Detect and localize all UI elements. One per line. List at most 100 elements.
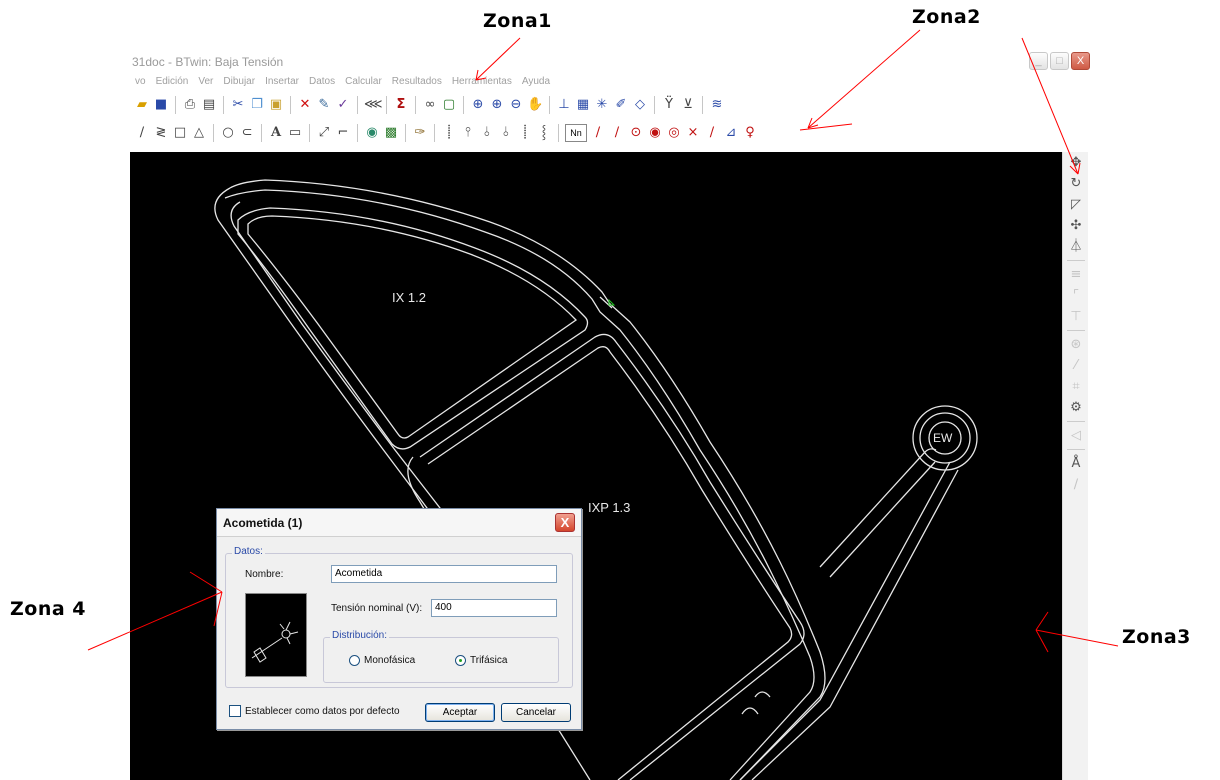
trifasica-radio-circle[interactable] <box>455 655 466 666</box>
fault-icon[interactable]: × <box>685 125 701 141</box>
undo-shape-icon[interactable]: ◁ <box>1063 425 1089 446</box>
move-icon[interactable]: ✥ <box>1063 152 1089 173</box>
zoom-out-icon[interactable]: ⊖ <box>508 97 524 113</box>
comment-icon[interactable]: ▢ <box>441 97 457 113</box>
menu-insertar[interactable]: Insertar <box>260 74 304 92</box>
rectangle-icon[interactable]: □ <box>172 125 188 141</box>
block-label-ixp13: IXP 1.3 <box>588 500 631 515</box>
image-icon[interactable]: ▭ <box>287 125 303 141</box>
cut-icon[interactable]: ✂ <box>230 97 246 113</box>
find-icon[interactable]: ∞ <box>422 97 438 113</box>
array-icon[interactable]: ⌗ <box>1063 376 1089 397</box>
line-icon[interactable]: ∕ <box>134 125 150 141</box>
menu-ver[interactable]: Ver <box>193 74 218 92</box>
dialog-close-button[interactable]: X <box>555 513 575 532</box>
pen-icon[interactable]: ✑ <box>412 125 428 141</box>
toolbar-separator <box>290 96 291 114</box>
menu-edicion[interactable]: Edición <box>151 74 194 92</box>
snap-icon[interactable]: ⊥ <box>556 97 572 113</box>
polyline-icon[interactable]: ≷ <box>153 125 169 141</box>
scale-icon[interactable]: ◸ <box>1063 194 1089 215</box>
toolbar-separator <box>357 96 358 114</box>
menu-datos[interactable]: Datos <box>304 74 340 92</box>
acometida-icon[interactable]: ⊿ <box>723 125 739 141</box>
rotate-icon[interactable]: ↻ <box>1063 173 1089 194</box>
zoom-in-icon[interactable]: ⊕ <box>489 97 505 113</box>
pencil-icon[interactable]: ✐ <box>613 97 629 113</box>
paste-icon[interactable]: ▣ <box>268 97 284 113</box>
group-datos-legend: Datos: <box>232 546 265 557</box>
nombre-input[interactable]: Acometida <box>331 565 557 583</box>
arc-icon[interactable]: ⊂ <box>239 125 255 141</box>
leader-icon[interactable]: ⌐ <box>335 125 351 141</box>
default-checkbox[interactable]: Establecer como datos por defecto <box>229 705 400 717</box>
toolbar-separator <box>1067 260 1085 261</box>
mirror-icon[interactable]: ⏃ <box>1063 236 1089 257</box>
trim-icon[interactable]: ⊤ <box>1063 306 1089 327</box>
tag-icon[interactable]: ◇ <box>632 97 648 113</box>
offset-icon[interactable]: ≡ <box>1063 264 1089 285</box>
properties-icon[interactable]: ✎ <box>316 97 332 113</box>
circle-icon[interactable]: ○ <box>220 125 236 141</box>
name-toggle-button[interactable]: Nn <box>565 124 587 142</box>
layers-icon[interactable]: ≋ <box>709 97 725 113</box>
node-1-icon[interactable]: ⸽ <box>441 125 457 141</box>
save-icon[interactable]: ■ <box>153 97 169 113</box>
explode-icon[interactable]: ⊛ <box>1063 334 1089 355</box>
cable-icon[interactable]: ∕ <box>590 125 606 141</box>
network-icon[interactable]: ⋘ <box>364 97 383 113</box>
print-preview-icon[interactable]: ▤ <box>201 97 217 113</box>
node-3-icon[interactable]: ⫰ <box>479 125 495 141</box>
dimension-icon[interactable]: ⤢ <box>316 125 332 141</box>
grid-icon[interactable]: ▦ <box>575 97 591 113</box>
symbol-icon[interactable]: ◉ <box>364 125 380 141</box>
sum-icon[interactable]: Σ <box>393 97 409 113</box>
node-6-icon[interactable]: ⸾ <box>536 125 552 141</box>
check-icon[interactable]: ✓ <box>335 97 351 113</box>
load-icon[interactable]: ♀ <box>742 125 758 141</box>
edit-line-icon[interactable]: ∕ <box>1063 474 1089 495</box>
gear-icon[interactable]: ⚙ <box>1063 397 1089 418</box>
default-checkbox-box[interactable] <box>229 705 241 717</box>
close-button[interactable]: X <box>1071 52 1090 70</box>
text-icon[interactable]: A <box>268 125 284 141</box>
open-icon[interactable]: ▰ <box>134 97 150 113</box>
monofasica-radio[interactable]: Monofásica <box>349 655 415 666</box>
link-icon[interactable]: ∕ <box>704 125 720 141</box>
copy-icon[interactable]: ❐ <box>249 97 265 113</box>
maximize-button[interactable]: □ <box>1050 52 1069 70</box>
monofasica-radio-circle[interactable] <box>349 655 360 666</box>
transformer-icon[interactable]: ◎ <box>666 125 682 141</box>
zoom-icon[interactable]: ⊕ <box>470 97 486 113</box>
triangle-icon[interactable]: △ <box>191 125 207 141</box>
fillet-icon[interactable]: ⌜ <box>1063 285 1089 306</box>
cable-2-icon[interactable]: ∕ <box>609 125 625 141</box>
aceptar-button[interactable]: Aceptar <box>425 703 495 722</box>
node-2-icon[interactable]: ⫯ <box>460 125 476 141</box>
node-5-icon[interactable]: ⸽ <box>517 125 533 141</box>
delete-icon[interactable]: ✕ <box>297 97 313 113</box>
copy-move-icon[interactable]: ✣ <box>1063 215 1089 236</box>
cancelar-button[interactable]: Cancelar <box>501 703 571 722</box>
tension-input[interactable]: 400 <box>431 599 557 617</box>
ortho-icon[interactable]: ✳ <box>594 97 610 113</box>
source-icon[interactable]: ◉ <box>647 125 663 141</box>
print-icon[interactable]: ⎙ <box>182 97 198 113</box>
pan-hand-icon[interactable]: ✋ <box>527 97 543 113</box>
trifasica-radio[interactable]: Trifásica <box>455 655 507 666</box>
layer-text-icon[interactable]: Ϋ <box>661 97 677 113</box>
edit-text-icon[interactable]: Å <box>1063 453 1089 474</box>
cutout-icon[interactable]: ⊙ <box>628 125 644 141</box>
menu-dibujar[interactable]: Dibujar <box>218 74 260 92</box>
menu-archivo[interactable]: vo <box>130 74 151 92</box>
break-icon[interactable]: ⁄ <box>1063 355 1089 376</box>
layer-filter-icon[interactable]: ⊻ <box>680 97 696 113</box>
dialog-body: Datos: Nombre: Acometida Tensión nominal… <box>217 537 581 729</box>
menu-calcular[interactable]: Calcular <box>340 74 387 92</box>
menu-resultados[interactable]: Resultados <box>387 74 447 92</box>
menu-ayuda[interactable]: Ayuda <box>517 74 555 92</box>
menu-herramientas[interactable]: Herramientas <box>447 74 517 92</box>
minimize-button[interactable]: _ <box>1029 52 1048 70</box>
node-4-icon[interactable]: ⫰ <box>498 125 514 141</box>
block-icon[interactable]: ▩ <box>383 125 399 141</box>
